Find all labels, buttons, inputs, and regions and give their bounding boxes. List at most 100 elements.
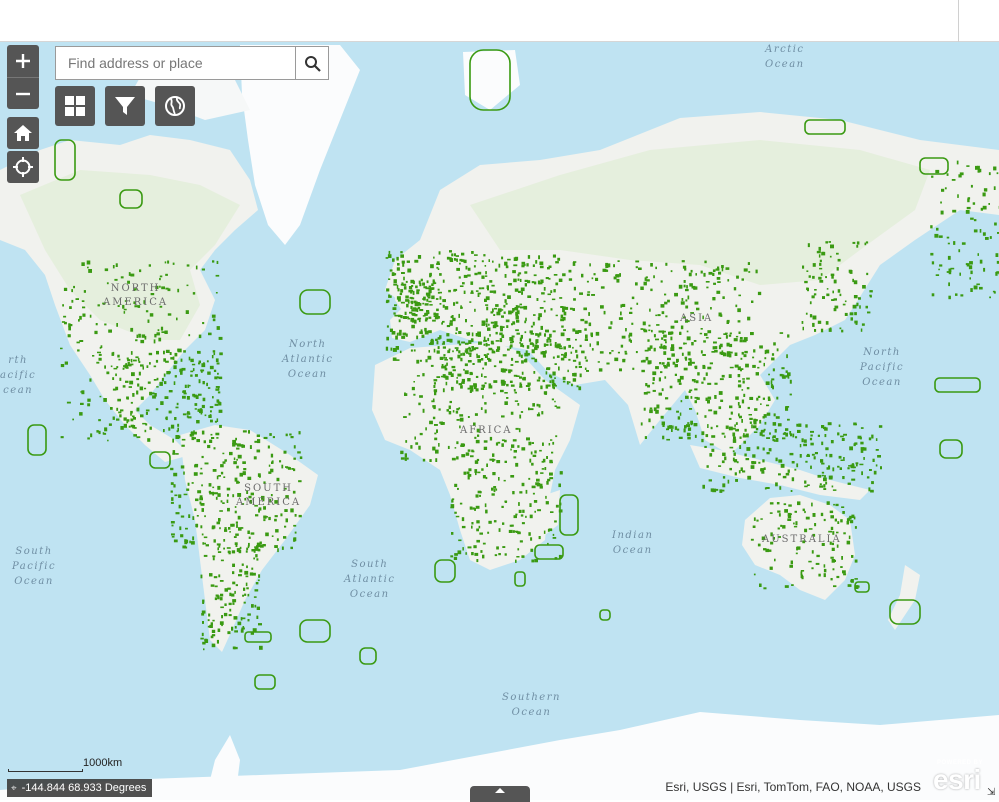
protected-area-feature [769,432,771,434]
resize-handle-icon[interactable]: ⇲ [987,787,995,798]
protected-area-feature [213,557,215,560]
search-button[interactable] [295,47,328,79]
protected-area-feature [98,419,101,421]
protected-area-feature [553,357,555,359]
esri-logo[interactable]: POWERED BY esri [931,760,995,796]
protected-area-feature [856,464,858,466]
zoom-out-button[interactable] [7,77,39,109]
protected-area-feature [125,381,129,383]
protected-area-feature [843,304,846,306]
protected-area-feature [128,364,132,366]
protected-area-feature [773,342,776,345]
protected-area-feature [426,299,428,302]
protected-area-feature [248,430,250,434]
protected-area-feature [544,287,546,291]
protected-area-feature [833,504,835,506]
protected-area-feature [717,277,721,280]
protected-area-feature [492,343,495,345]
protected-area-feature [452,350,454,352]
protected-area-feature [557,258,560,261]
protected-area-feature [941,189,944,192]
protected-area-feature [803,327,805,331]
map-view[interactable]: Arctic Ocean North Atlantic Ocean North … [0,42,999,800]
protected-area-feature [476,440,480,443]
protected-area-feature [216,386,220,388]
protected-area-feature [414,260,418,263]
search-input[interactable] [56,47,295,79]
protected-area-feature [71,300,73,303]
protected-area-feature [201,484,203,486]
filter-button[interactable] [105,86,145,126]
protected-area-feature [186,489,189,491]
protected-area-feature [427,280,429,283]
protected-area-feature [397,267,400,270]
protected-area-feature [837,432,839,435]
protected-area-feature [568,359,570,361]
protected-area-feature [825,434,827,437]
protected-area-feature [876,464,878,466]
protected-area-feature [703,273,705,277]
protected-area-feature [251,568,253,570]
protected-area-feature [209,491,211,493]
protected-area-feature [640,287,644,291]
protected-area-feature [758,544,761,547]
protected-area-feature [491,285,494,287]
zoom-in-button[interactable] [7,45,39,77]
protected-area-feature [64,288,67,291]
protected-area-feature [502,439,505,441]
protected-area-feature [738,374,741,377]
basemap-gallery-button[interactable] [55,86,95,126]
protected-area-feature [447,257,450,260]
protected-area-feature [406,281,408,283]
protected-area-feature [983,193,986,197]
protected-area-feature [762,459,764,462]
protected-area-feature [195,408,197,410]
protected-area-feature [742,389,744,391]
protected-area-feature [498,308,502,312]
protected-area-feature [741,358,743,360]
protected-area-feature [709,272,713,275]
protected-area-feature [520,382,522,384]
protected-area-feature [205,415,207,417]
protected-area-feature [575,350,577,353]
protected-area-feature [534,511,536,513]
protected-area-feature [222,502,225,504]
protected-area-feature [223,548,225,550]
protected-area-feature [681,301,685,304]
protected-area-feature [419,395,423,398]
home-button[interactable] [7,117,39,149]
protected-area-feature [839,425,841,427]
protected-area-feature [237,548,241,552]
protected-area-feature [780,374,783,376]
protected-area-feature [713,342,717,344]
map-attribution[interactable]: Esri, USGS | Esri, TomTom, FAO, NOAA, US… [665,780,921,794]
protected-area-feature [205,463,209,465]
protected-area-feature [804,281,808,283]
protected-area-feature [735,305,737,308]
protected-area-feature [481,276,484,279]
protected-area-feature [264,437,268,439]
locate-button[interactable] [7,151,39,183]
protected-area-feature [840,519,843,522]
protected-area-feature [935,170,939,173]
protected-area-feature [208,333,212,336]
protected-area-feature [539,450,542,452]
protected-area-feature [569,381,571,383]
protected-area-feature [491,311,494,313]
protected-area-feature [585,356,587,359]
layers-globe-button[interactable] [155,86,195,126]
protected-area-feature [259,646,263,650]
protected-area-feature [733,450,735,452]
protected-area-feature [519,415,521,419]
coordinate-readout[interactable]: ⌖ -144.844 68.933 Degrees [7,779,152,797]
protected-area-feature [552,442,554,445]
protected-area-feature [156,351,159,355]
protected-area-feature [456,380,458,383]
protected-area-feature [537,380,540,382]
protected-area-feature [218,629,221,633]
protected-area-feature [247,613,251,615]
protected-area-feature [474,553,478,556]
protected-area-feature [207,445,210,448]
protected-area-feature [519,342,521,344]
protected-area-feature [756,428,758,430]
